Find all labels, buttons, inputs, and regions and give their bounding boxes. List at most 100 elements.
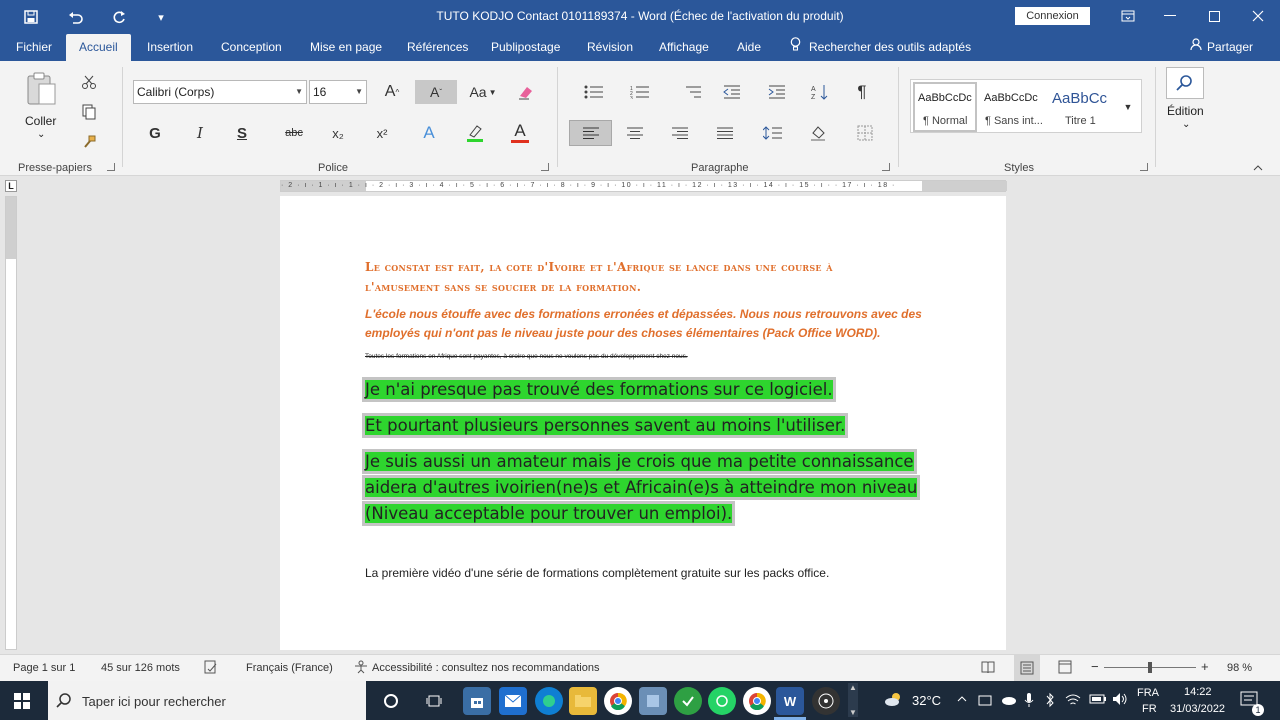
- tell-me-search[interactable]: Rechercher des outils adaptés: [790, 34, 971, 61]
- zoom-in-button[interactable]: +: [1201, 659, 1209, 674]
- chrome-icon[interactable]: [604, 687, 632, 715]
- clipboard-launcher-icon[interactable]: [107, 163, 115, 171]
- font-size-combo[interactable]: 16 ▼: [309, 80, 367, 104]
- input-language[interactable]: FRA: [1137, 687, 1159, 699]
- align-right-icon[interactable]: [667, 121, 693, 145]
- keyboard-layout[interactable]: FR: [1142, 703, 1157, 715]
- numbering-icon[interactable]: 123: [624, 80, 656, 104]
- bullets-icon[interactable]: [578, 80, 610, 104]
- style-sans-interligne[interactable]: AaBbCcDc ¶ Sans int...: [981, 82, 1045, 132]
- tab-accueil[interactable]: Accueil: [66, 34, 131, 61]
- onedrive-icon[interactable]: [1000, 694, 1016, 708]
- word-taskbar-icon[interactable]: W: [776, 687, 804, 715]
- clock-time[interactable]: 14:22: [1184, 686, 1212, 698]
- shading-icon[interactable]: [802, 121, 836, 145]
- style-titre-1[interactable]: AaBbCc Titre 1: [1049, 82, 1111, 132]
- vertical-ruler[interactable]: [5, 196, 17, 650]
- tab-affichage[interactable]: Affichage: [659, 34, 709, 61]
- mail-icon[interactable]: [499, 687, 527, 715]
- tab-aide[interactable]: Aide: [737, 34, 761, 61]
- language-indicator[interactable]: Français (France): [246, 662, 333, 674]
- style-normal[interactable]: AaBbCcDc ¶ Normal: [913, 82, 977, 132]
- undo-icon[interactable]: [62, 6, 88, 28]
- chrome-icon[interactable]: [743, 687, 771, 715]
- styles-more-icon[interactable]: ▼: [1118, 87, 1138, 127]
- share-button[interactable]: Partager: [1190, 34, 1253, 61]
- file-explorer-icon[interactable]: [569, 687, 597, 715]
- zoom-level[interactable]: 98 %: [1227, 662, 1252, 674]
- tab-revision[interactable]: Révision: [587, 34, 633, 61]
- zoom-slider[interactable]: [1104, 662, 1196, 673]
- sort-icon[interactable]: AZ: [808, 80, 832, 104]
- change-case-icon[interactable]: Aa ▼: [465, 80, 501, 104]
- pilcrow-icon[interactable]: ¶: [850, 80, 874, 104]
- highlight-color-icon[interactable]: [458, 121, 494, 145]
- underline-icon[interactable]: S: [230, 121, 254, 145]
- accessibility-icon[interactable]: [354, 660, 368, 677]
- obs-icon[interactable]: [812, 687, 840, 715]
- cut-icon[interactable]: [78, 71, 100, 93]
- tab-conception[interactable]: Conception: [221, 34, 282, 61]
- font-color-icon[interactable]: A: [505, 119, 535, 145]
- editing-button[interactable]: Édition: [1167, 104, 1204, 118]
- app-green-icon[interactable]: [674, 687, 702, 715]
- shrink-font-icon[interactable]: Aˇ: [415, 80, 457, 104]
- grow-font-icon[interactable]: A ^: [378, 80, 406, 104]
- clock-date[interactable]: 31/03/2022: [1170, 703, 1225, 715]
- cortana-icon[interactable]: [377, 687, 405, 715]
- strikethrough-icon[interactable]: abc: [280, 121, 308, 145]
- taskbar-scroll[interactable]: ▲ ▼: [848, 683, 858, 717]
- edge-icon[interactable]: [535, 687, 563, 715]
- tray-overflow-icon[interactable]: [957, 693, 967, 705]
- paste-button[interactable]: Coller: [25, 114, 56, 128]
- multilevel-list-icon[interactable]: [676, 80, 708, 104]
- task-view-icon[interactable]: [420, 687, 448, 715]
- justify-icon[interactable]: [712, 121, 738, 145]
- paste-dropdown[interactable]: ⌄: [37, 129, 45, 140]
- search-icon[interactable]: [1166, 67, 1204, 99]
- font-name-combo[interactable]: Calibri (Corps) ▼: [133, 80, 307, 104]
- text-effects-icon[interactable]: A: [415, 121, 443, 145]
- maximize-icon[interactable]: [1192, 0, 1236, 32]
- redo-icon[interactable]: [106, 6, 132, 28]
- notifications-icon[interactable]: 1: [1240, 691, 1264, 716]
- volume-icon[interactable]: [1112, 692, 1128, 709]
- whatsapp-icon[interactable]: [708, 687, 736, 715]
- horizontal-ruler[interactable]: · 2 · ı · 1 · ı · 1 · ı · 2 · ı · 3 · ı …: [280, 180, 1007, 192]
- decrease-indent-icon[interactable]: [720, 80, 744, 104]
- tab-publipostage[interactable]: Publipostage: [491, 34, 560, 61]
- accessibility-status[interactable]: Accessibilité : consultez nos recommanda…: [372, 662, 599, 674]
- sign-in-button[interactable]: Connexion: [1015, 7, 1090, 25]
- align-center-icon[interactable]: [622, 121, 648, 145]
- read-mode-icon[interactable]: [981, 660, 995, 677]
- borders-icon[interactable]: [848, 121, 882, 145]
- styles-launcher-icon[interactable]: [1140, 163, 1148, 171]
- zoom-slider-thumb[interactable]: [1148, 662, 1152, 673]
- collapse-ribbon-icon[interactable]: [1250, 161, 1266, 175]
- clear-formatting-icon[interactable]: [512, 80, 540, 104]
- paste-icon[interactable]: [22, 69, 60, 109]
- tray-app-icon[interactable]: [978, 693, 992, 710]
- windows-start-icon[interactable]: [14, 693, 30, 712]
- line-spacing-icon[interactable]: [757, 121, 789, 145]
- document-page[interactable]: Le constat est fait, la cote d'Ivoire et…: [280, 196, 1006, 650]
- format-painter-icon[interactable]: [78, 131, 100, 153]
- superscript-icon[interactable]: x²: [370, 121, 394, 145]
- tab-mise-en-page[interactable]: Mise en page: [310, 34, 382, 61]
- customize-toolbar-icon[interactable]: ▾: [148, 6, 174, 28]
- network-icon[interactable]: [1065, 693, 1081, 710]
- proofing-icon[interactable]: [204, 660, 218, 677]
- print-layout-icon[interactable]: [1014, 655, 1040, 681]
- bold-icon[interactable]: G: [143, 121, 167, 145]
- ribbon-display-icon[interactable]: [1106, 0, 1150, 32]
- zoom-out-button[interactable]: −: [1091, 659, 1099, 674]
- word-count[interactable]: 45 sur 126 mots: [101, 662, 180, 674]
- minimize-icon[interactable]: [1148, 0, 1192, 32]
- taskbar-search-box[interactable]: Taper ici pour rechercher: [48, 681, 366, 720]
- align-left-icon[interactable]: [569, 120, 612, 146]
- italic-icon[interactable]: I: [188, 121, 212, 145]
- microphone-icon[interactable]: [1024, 692, 1034, 711]
- tab-insertion[interactable]: Insertion: [147, 34, 193, 61]
- save-icon[interactable]: [18, 6, 44, 28]
- tab-fichier[interactable]: Fichier: [16, 34, 52, 61]
